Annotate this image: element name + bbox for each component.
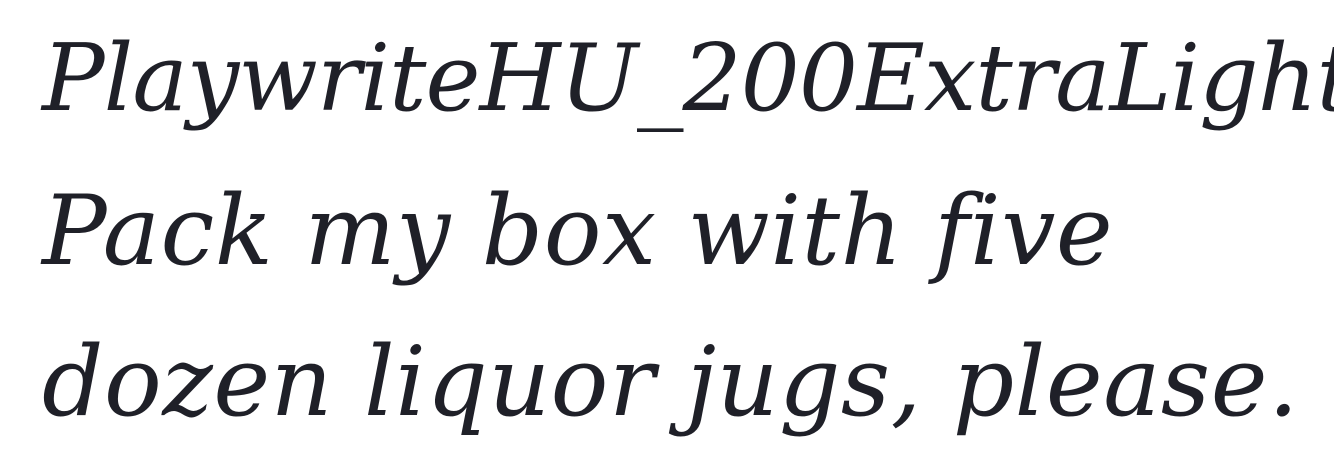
- font-name-title: PlaywriteHU_200ExtraLight: [42, 24, 1334, 132]
- sample-text-line-1: Pack my box with five: [42, 175, 1114, 287]
- sample-text-line-2: dozen liquor jugs, please.: [42, 326, 1300, 438]
